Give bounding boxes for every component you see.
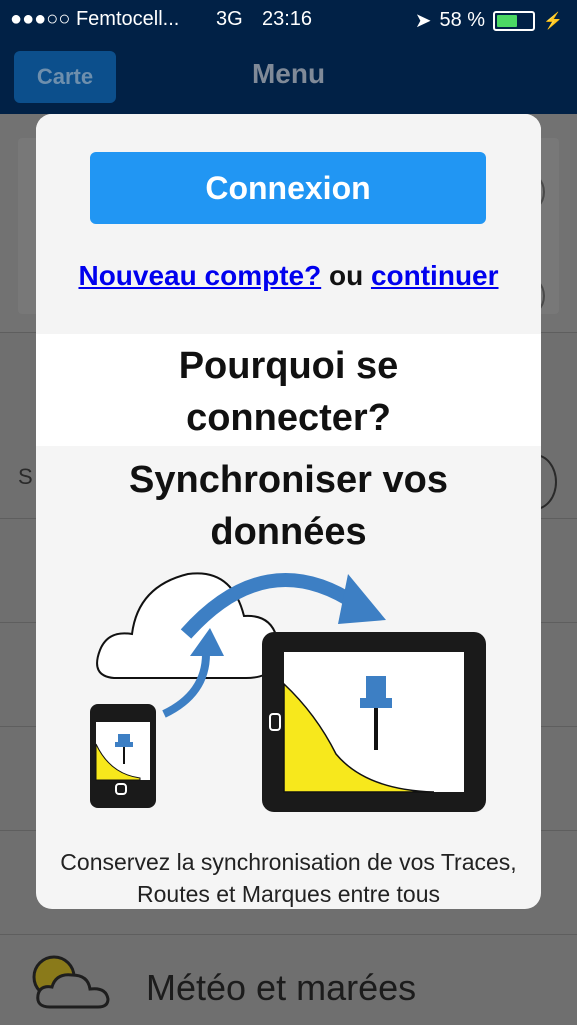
- tablet-icon: [262, 632, 486, 812]
- new-account-link[interactable]: Nouveau compte?: [78, 260, 321, 291]
- sync-heading: Synchroniser vos données: [129, 459, 448, 553]
- battery-icon: [493, 10, 536, 31]
- sync-illustration: [90, 572, 486, 812]
- weather-icon: [32, 955, 110, 1009]
- page-title: Menu: [251, 58, 326, 89]
- network-type: 3G: [216, 8, 243, 30]
- continue-link[interactable]: continuer: [371, 260, 499, 291]
- carrier-signal: ●●●○○ Femtocell...: [10, 8, 180, 30]
- why-login-heading: Pourquoi se connecter?: [178, 345, 399, 439]
- meteo-menu-item[interactable]: Météo et marées: [0, 934, 577, 1025]
- sync-description: Conservez la synchronisation de vos Trac…: [60, 849, 517, 907]
- sync-arrow-head-icon: [338, 574, 386, 624]
- location-icon: ➤: [414, 10, 432, 32]
- account-links: Nouveau compte? ou continuer: [36, 260, 541, 292]
- navigation-bar: Carte Menu: [0, 38, 577, 114]
- status-bar: ●●●○○ Femtocell... 3G 23:16 ➤ 58 % ⚡: [0, 0, 577, 38]
- or-text: ou: [321, 260, 371, 291]
- status-right: ➤ 58 % ⚡: [415, 8, 563, 33]
- connexion-button[interactable]: Connexion: [90, 152, 486, 224]
- phone-icon: [90, 704, 156, 808]
- modal-header-area: [36, 114, 541, 334]
- clock: 23:16: [262, 8, 313, 30]
- charging-icon: ⚡: [543, 12, 563, 30]
- battery-percent: 58 %: [439, 9, 486, 31]
- login-modal: Connexion Nouveau compte? ou continuer P…: [36, 114, 541, 909]
- meteo-label: Météo et marées: [146, 967, 417, 1008]
